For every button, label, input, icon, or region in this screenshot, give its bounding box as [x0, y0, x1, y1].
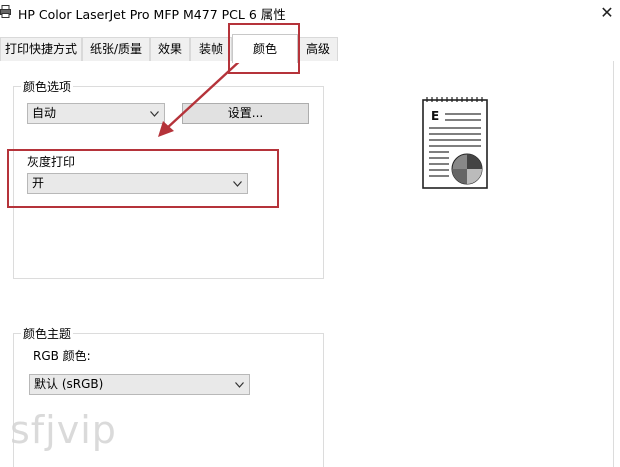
page-preview-icon: E [422, 97, 488, 189]
preview-letter: E [431, 109, 439, 123]
annotation-arrow [158, 58, 243, 137]
annotation-box-grayscale [7, 149, 279, 208]
watermark: sfjvip [10, 408, 117, 452]
rgb-color-select[interactable]: 默认 (sRGB) [29, 374, 250, 395]
close-button[interactable]: ✕ [594, 0, 620, 24]
title-bar: HP Color LaserJet Pro MFP M477 PCL 6 属性 … [0, 0, 620, 26]
tab-print-shortcuts[interactable]: 打印快捷方式 [0, 37, 82, 61]
tab-paper-quality[interactable]: 纸张/质量 [82, 37, 150, 61]
tab-advanced[interactable]: 高级 [298, 37, 338, 61]
tab-strip: 打印快捷方式 纸张/质量 效果 装帧 颜色 高级 [0, 34, 620, 63]
window-title: HP Color LaserJet Pro MFP M477 PCL 6 属性 [18, 7, 286, 22]
rgb-color-label: RGB 颜色: [33, 349, 91, 363]
printer-icon [0, 5, 11, 18]
color-mode-value: 自动 [32, 106, 57, 120]
close-icon: ✕ [600, 2, 614, 22]
rgb-color-value: 默认 (sRGB) [34, 377, 104, 391]
chevron-down-icon [233, 375, 245, 394]
color-options-label: 颜色选项 [21, 78, 74, 95]
tab-color[interactable]: 颜色 [232, 34, 298, 63]
color-mode-select[interactable]: 自动 [27, 103, 165, 124]
color-theme-label: 颜色主题 [21, 325, 74, 342]
